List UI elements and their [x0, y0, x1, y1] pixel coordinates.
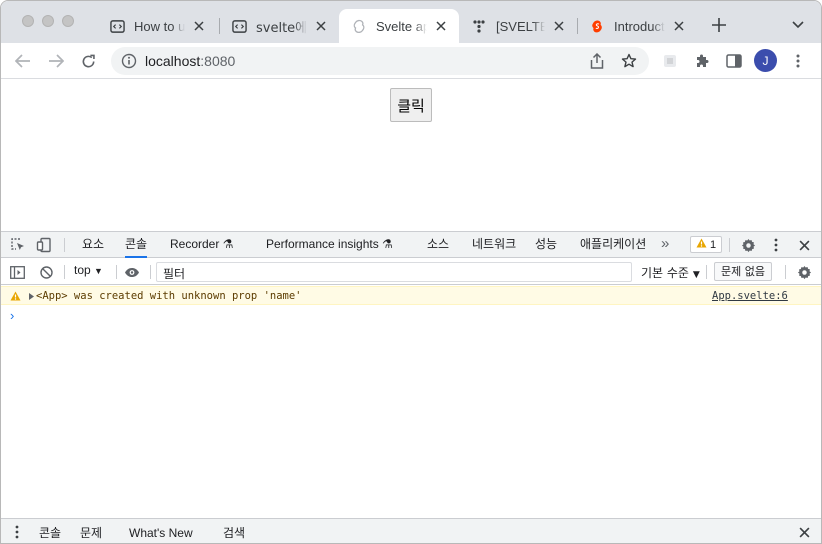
- live-expression-eye-icon[interactable]: [123, 264, 141, 280]
- devtools-tab-console[interactable]: 콘솔: [125, 232, 148, 258]
- console-message-warning[interactable]: <App> was created with unknown prop 'nam…: [1, 286, 821, 305]
- tab-label: Recorder: [170, 237, 220, 251]
- close-tab-icon[interactable]: [191, 18, 207, 34]
- close-window-button[interactable]: [22, 15, 34, 27]
- clear-console-icon[interactable]: [38, 264, 54, 280]
- context-selector[interactable]: top ▼: [74, 263, 103, 277]
- console-filter-input[interactable]: 필터: [156, 262, 632, 282]
- profile-avatar[interactable]: J: [754, 49, 777, 72]
- drawer-tab-whats-new[interactable]: What's New: [129, 521, 193, 543]
- devtools-panel: 요소 콘솔 Recorder ⚗ Performance insights ⚗ …: [1, 231, 821, 543]
- bookmark-star-icon[interactable]: [621, 53, 637, 69]
- browser-tab-1[interactable]: How to use: [97, 9, 217, 43]
- close-tab-icon[interactable]: [433, 18, 449, 34]
- url-port: :8080: [200, 53, 236, 69]
- close-tab-icon[interactable]: [671, 18, 687, 34]
- context-value: top: [74, 263, 91, 277]
- browser-tab-3-active[interactable]: Svelte app: [339, 9, 459, 43]
- settings-gear-icon[interactable]: [740, 237, 756, 253]
- flask-icon: ⚗: [382, 237, 393, 251]
- levels-value: 기본 수준: [641, 266, 689, 280]
- dropdown-caret-icon: ▼: [692, 270, 700, 280]
- tab-title: [SVELTE]: [496, 18, 545, 34]
- side-panel-icon[interactable]: [723, 51, 745, 71]
- warning-icon: [696, 238, 707, 251]
- forward-arrow-icon[interactable]: [45, 51, 67, 71]
- site-info-icon[interactable]: [121, 53, 137, 69]
- warning-icon: [9, 290, 21, 302]
- tab-title: Svelte app: [376, 18, 427, 34]
- expand-triangle-icon[interactable]: [27, 292, 35, 301]
- devtools-tab-recorder[interactable]: Recorder ⚗: [170, 232, 233, 258]
- share-icon[interactable]: [589, 53, 605, 69]
- back-arrow-icon[interactable]: [12, 51, 34, 71]
- tab-label: Performance insights: [266, 237, 379, 251]
- browser-tab-5[interactable]: Introduction: [577, 9, 697, 43]
- devtools-tab-network[interactable]: 네트워크: [472, 232, 516, 258]
- browser-menu-kebab-icon[interactable]: [787, 51, 809, 71]
- issues-count: 1: [709, 238, 717, 251]
- tab-title: svelte에서: [256, 20, 307, 36]
- no-issues-button[interactable]: 문제 없음: [714, 262, 772, 281]
- device-toolbar-icon[interactable]: [36, 237, 52, 253]
- flask-icon: ⚗: [222, 237, 234, 251]
- tab-strip: How to use svelte에서 Svelte app [SVELTE]: [1, 1, 821, 43]
- page-viewport: 클릭: [1, 80, 821, 231]
- browser-tab-2[interactable]: svelte에서: [219, 9, 339, 43]
- issues-counter-badge[interactable]: 1: [690, 236, 722, 253]
- console-prompt-chevron-icon[interactable]: ›: [10, 308, 14, 323]
- minimize-window-button[interactable]: [42, 15, 54, 27]
- console-message-text: <App> was created with unknown prop 'nam…: [36, 290, 302, 302]
- drawer-tab-issues[interactable]: 문제: [80, 521, 102, 543]
- url-host: localhost: [145, 53, 201, 69]
- tab-title: How to use: [134, 18, 185, 34]
- close-drawer-icon[interactable]: [796, 524, 812, 540]
- svelte-icon: [351, 18, 367, 34]
- browser-toolbar: localhost:8080: [1, 43, 821, 79]
- drawer-tab-console[interactable]: 콘솔: [31, 521, 69, 543]
- console-toolbar: top ▼ 필터 기본 수준 ▼ 문제 없음: [1, 259, 821, 285]
- close-tab-icon[interactable]: [313, 18, 329, 34]
- velog-icon: [471, 18, 487, 34]
- more-tabs-chevron-icon[interactable]: »: [661, 232, 669, 258]
- devtools-tab-sources[interactable]: 소스: [427, 232, 449, 258]
- extensions-puzzle-icon[interactable]: [691, 51, 713, 71]
- console-message-source-link[interactable]: App.svelte:6: [712, 290, 788, 302]
- tab-title: Introduction: [614, 18, 665, 34]
- drawer-tab-search[interactable]: 검색: [223, 521, 245, 543]
- new-tab-button[interactable]: [709, 15, 729, 35]
- extension-puzzle-faded-icon[interactable]: [659, 51, 681, 71]
- close-devtools-icon[interactable]: [796, 237, 812, 253]
- devtools-tab-bar: 요소 콘솔 Recorder ⚗ Performance insights ⚗ …: [1, 232, 821, 258]
- log-levels-dropdown[interactable]: 기본 수준 ▼: [641, 264, 700, 281]
- browser-tab-4[interactable]: [SVELTE]: [459, 9, 577, 43]
- reload-icon[interactable]: [77, 51, 99, 71]
- browser-window: How to use svelte에서 Svelte app [SVELTE]: [0, 0, 822, 544]
- inspect-element-icon[interactable]: [10, 237, 26, 253]
- show-sidebar-icon[interactable]: [9, 264, 25, 280]
- address-bar[interactable]: localhost:8080: [111, 47, 649, 75]
- click-button[interactable]: 클릭: [390, 88, 432, 122]
- console-settings-gear-icon[interactable]: [796, 264, 812, 280]
- devtools-tab-application[interactable]: 애플리케이션: [580, 232, 646, 258]
- devtools-drawer-tab-bar: 콘솔 문제 What's New 검색: [1, 518, 821, 543]
- close-tab-icon[interactable]: [551, 18, 567, 34]
- devtools-tab-performance-insights[interactable]: Performance insights ⚗: [266, 232, 393, 258]
- dropdown-caret-icon: ▼: [94, 266, 103, 276]
- zoom-window-button[interactable]: [62, 15, 74, 27]
- devtools-menu-kebab-icon[interactable]: [768, 237, 784, 253]
- code-icon: [231, 18, 247, 34]
- code-icon: [109, 18, 125, 34]
- drawer-menu-kebab-icon[interactable]: [11, 524, 23, 540]
- svelte-icon: [589, 18, 605, 34]
- devtools-tab-performance[interactable]: 성능: [535, 232, 557, 258]
- devtools-tab-elements[interactable]: 요소: [82, 232, 104, 258]
- tab-search-chevron-down-icon[interactable]: [789, 15, 807, 35]
